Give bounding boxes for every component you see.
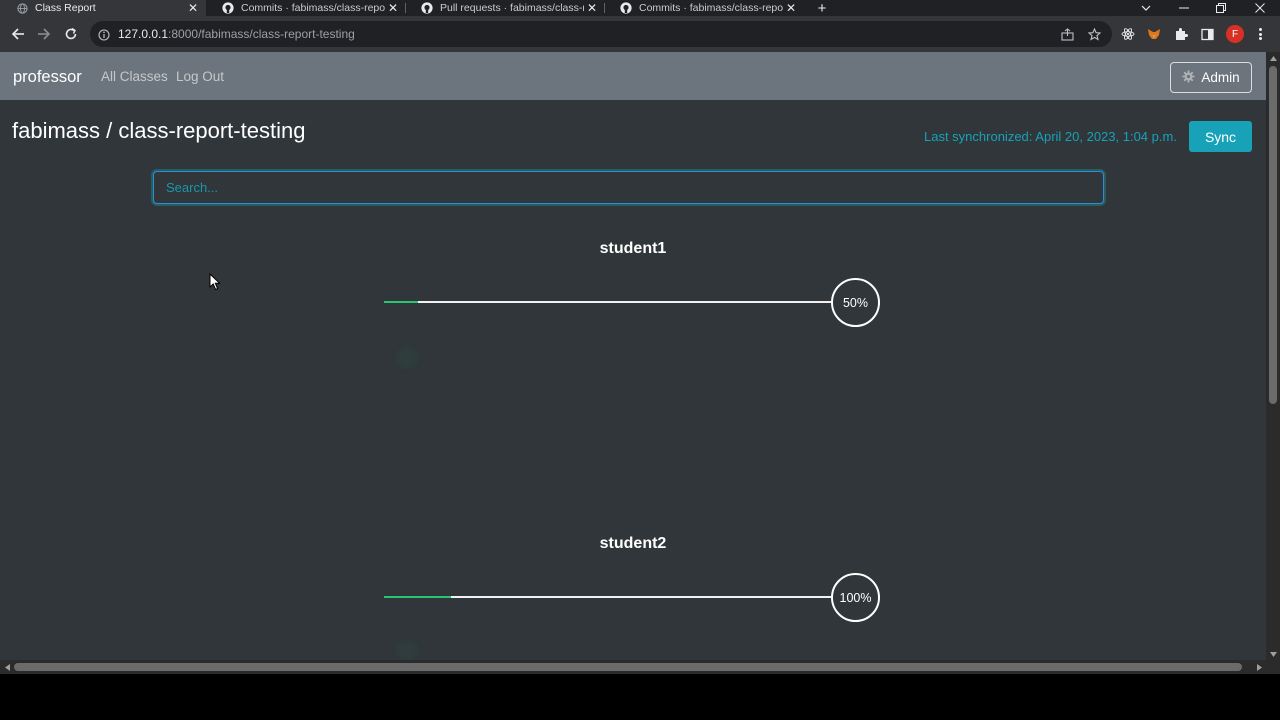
restore-icon[interactable] bbox=[1203, 0, 1239, 16]
profile-avatar[interactable]: F bbox=[1226, 25, 1244, 43]
browser-tab-pull-requests[interactable]: Pull requests · fabimass/class-rep ✕ bbox=[405, 0, 605, 16]
close-tab-icon[interactable]: ✕ bbox=[585, 0, 599, 16]
forward-arrow-icon[interactable] bbox=[30, 20, 58, 48]
bookmark-star-icon[interactable] bbox=[1087, 27, 1101, 41]
horizontal-scrollbar[interactable] bbox=[0, 660, 1266, 674]
scrollbar-corner bbox=[1266, 660, 1280, 674]
extensions-puzzle-icon[interactable] bbox=[1174, 27, 1188, 41]
scroll-left-icon[interactable] bbox=[0, 660, 14, 674]
back-arrow-icon[interactable] bbox=[4, 20, 32, 48]
tab-search-chevron-icon[interactable] bbox=[1128, 0, 1164, 16]
horizontal-scrollbar-thumb[interactable] bbox=[14, 663, 1242, 671]
letterbox-bar bbox=[0, 674, 1280, 720]
faint-graphic bbox=[396, 640, 418, 660]
close-tab-icon[interactable]: ✕ bbox=[186, 0, 200, 16]
github-icon bbox=[222, 2, 234, 14]
sync-button[interactable]: Sync bbox=[1189, 121, 1252, 152]
reload-icon[interactable] bbox=[57, 20, 85, 48]
student-progress-badge: 100% bbox=[831, 573, 880, 622]
close-tab-icon[interactable]: ✕ bbox=[784, 0, 798, 16]
gear-icon bbox=[1182, 69, 1195, 86]
vertical-scrollbar-thumb[interactable] bbox=[1269, 66, 1277, 404]
github-icon bbox=[620, 2, 632, 14]
browser-menu-icon[interactable] bbox=[1254, 26, 1266, 42]
tab-title: Class Report bbox=[35, 2, 96, 14]
browser-tab-class-report[interactable]: Class Report ✕ bbox=[0, 0, 206, 16]
page-title: fabimass / class-report-testing bbox=[12, 118, 306, 143]
metamask-fox-icon[interactable] bbox=[1147, 27, 1161, 41]
nav-link-log-out[interactable]: Log Out bbox=[176, 52, 224, 100]
new-tab-icon[interactable]: + bbox=[812, 0, 832, 17]
student-name: student2 bbox=[599, 535, 667, 552]
side-panel-icon[interactable] bbox=[1200, 27, 1214, 41]
scroll-right-icon[interactable] bbox=[1252, 660, 1266, 674]
vertical-scrollbar[interactable] bbox=[1266, 52, 1280, 660]
url-host: 127.0.0.1 bbox=[118, 27, 169, 41]
close-tab-icon[interactable]: ✕ bbox=[386, 0, 400, 16]
address-url: 127.0.0.1:8000/fabimass/class-report-tes… bbox=[118, 21, 355, 47]
last-synchronized-text: Last synchronized: April 20, 2023, 1:04 … bbox=[924, 129, 1177, 144]
browser-tab-commits[interactable]: Commits · fabimass/class-report- ✕ bbox=[206, 0, 406, 16]
browser-tab-commits-2[interactable]: Commits · fabimass/class-report- ✕ bbox=[604, 0, 804, 16]
tab-title: Commits · fabimass/class-report- bbox=[241, 2, 385, 14]
tab-title: Commits · fabimass/class-report- bbox=[639, 2, 783, 14]
page-viewport: professor All Classes Log Out Admin fabi… bbox=[0, 52, 1266, 660]
share-icon[interactable] bbox=[1060, 27, 1074, 41]
globe-icon bbox=[16, 2, 28, 14]
faint-graphic bbox=[396, 347, 418, 369]
student-progress-fill bbox=[384, 301, 418, 303]
navbar-brand[interactable]: professor bbox=[13, 52, 82, 100]
scroll-down-icon[interactable] bbox=[1266, 648, 1280, 660]
react-devtools-icon[interactable] bbox=[1121, 27, 1135, 41]
search-input[interactable] bbox=[153, 171, 1104, 204]
address-bar[interactable]: 127.0.0.1:8000/fabimass/class-report-tes… bbox=[90, 21, 1112, 47]
site-navbar: professor All Classes Log Out Admin bbox=[0, 52, 1266, 100]
url-path: :8000/fabimass/class-report-testing bbox=[168, 27, 355, 41]
mouse-cursor-icon bbox=[209, 273, 221, 291]
nav-link-all-classes[interactable]: All Classes bbox=[101, 52, 168, 100]
student-progress-badge: 50% bbox=[831, 278, 880, 327]
github-icon bbox=[421, 2, 433, 14]
student-progress-track bbox=[384, 596, 833, 598]
admin-button[interactable]: Admin bbox=[1170, 62, 1252, 93]
student-progress-track bbox=[384, 301, 833, 303]
close-window-icon[interactable] bbox=[1242, 0, 1278, 16]
tab-title: Pull requests · fabimass/class-rep bbox=[440, 2, 584, 14]
site-info-icon[interactable] bbox=[98, 28, 110, 41]
minimize-icon[interactable] bbox=[1166, 0, 1202, 16]
scroll-up-icon[interactable] bbox=[1266, 52, 1280, 64]
browser-tab-strip: Class Report ✕ Commits · fabimass/class-… bbox=[0, 0, 1280, 17]
student-progress-fill bbox=[384, 596, 452, 598]
admin-label: Admin bbox=[1201, 70, 1240, 85]
browser-toolbar: 127.0.0.1:8000/fabimass/class-report-tes… bbox=[0, 16, 1280, 52]
student-name: student1 bbox=[599, 240, 667, 257]
